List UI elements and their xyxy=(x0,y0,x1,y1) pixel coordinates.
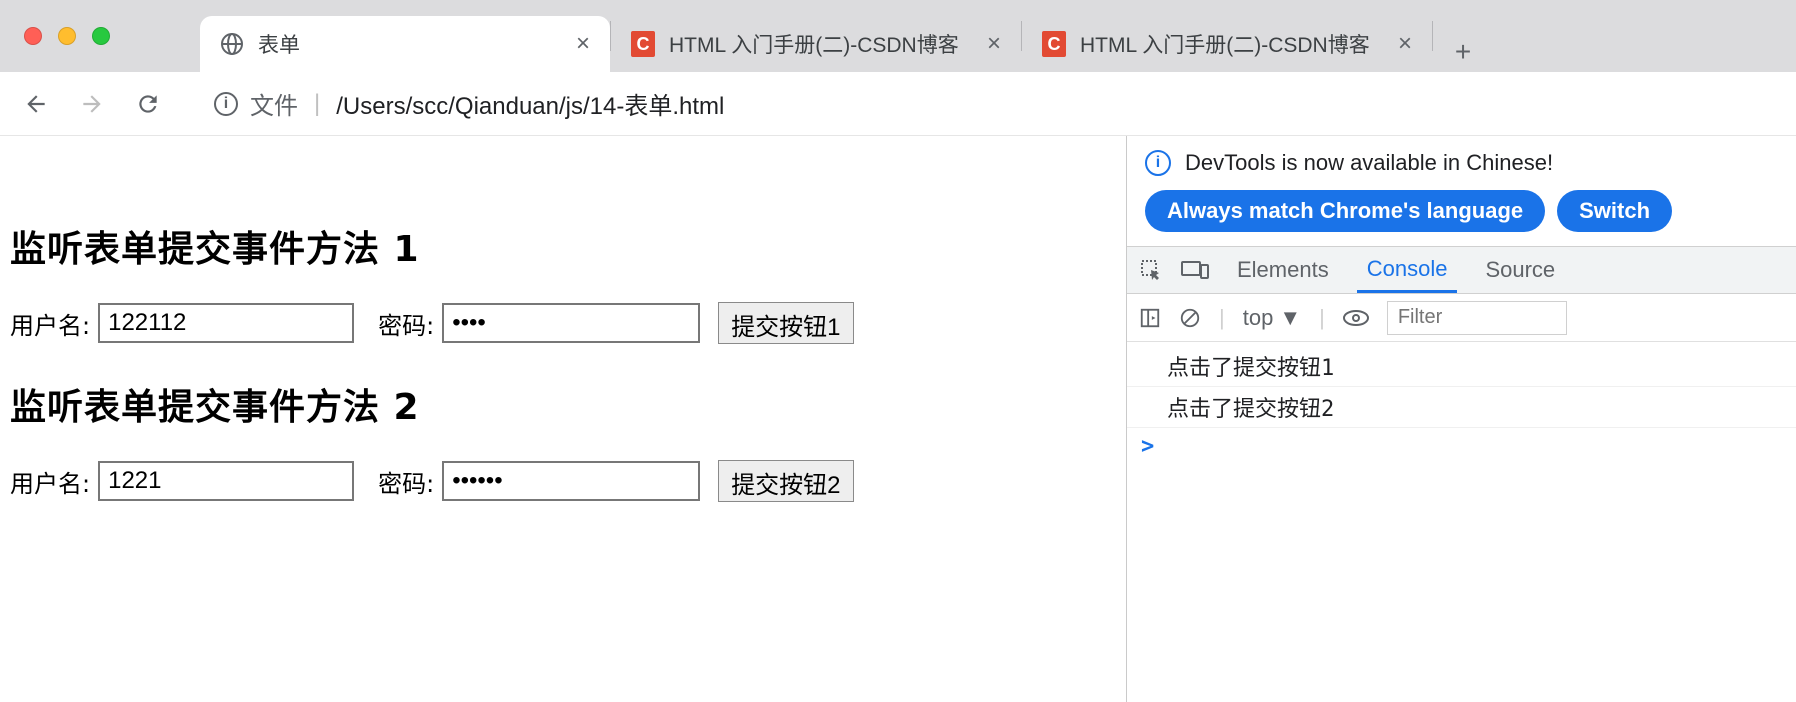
globe-icon xyxy=(220,32,244,56)
chevron-down-icon: ▼ xyxy=(1279,305,1301,331)
username-label: 用户名: xyxy=(10,464,90,499)
username-input-2[interactable] xyxy=(98,461,354,501)
tab-background[interactable]: C HTML 入门手册(二)-CSDN博客 × xyxy=(611,16,1021,72)
clear-console-icon[interactable] xyxy=(1179,307,1201,329)
csdn-icon: C xyxy=(1042,32,1066,56)
devtools-tabs: Elements Console Source xyxy=(1127,246,1796,294)
console-output: 点击了提交按钮1 点击了提交按钮2 > xyxy=(1127,342,1796,469)
page-content: 监听表单提交事件方法 1 用户名: 密码: 提交按钮1 监听表单提交事件方法 2… xyxy=(0,136,1126,702)
tab-title: 表单 xyxy=(258,29,562,59)
console-toolbar: | top ▼ | xyxy=(1127,294,1796,342)
always-match-button[interactable]: Always match Chrome's language xyxy=(1145,190,1545,232)
password-label: 密码: xyxy=(378,464,434,499)
username-label: 用户名: xyxy=(10,306,90,341)
password-label: 密码: xyxy=(378,306,434,341)
close-tab-icon[interactable]: × xyxy=(576,30,590,58)
reload-button[interactable] xyxy=(132,88,164,120)
context-selector[interactable]: top ▼ xyxy=(1243,305,1301,331)
address-separator: | xyxy=(314,90,320,118)
csdn-icon: C xyxy=(631,32,655,56)
submit-button-2[interactable]: 提交按钮2 xyxy=(718,460,853,502)
chevron-right-icon: > xyxy=(1141,434,1154,459)
info-icon: i xyxy=(1145,150,1171,176)
heading-method-2: 监听表单提交事件方法 2 xyxy=(10,378,1116,430)
console-sidebar-toggle-icon[interactable] xyxy=(1139,307,1161,329)
tab-active[interactable]: 表单 × xyxy=(200,16,610,72)
inspect-icon[interactable] xyxy=(1139,258,1163,282)
tab-sources[interactable]: Source xyxy=(1475,247,1565,293)
devtools-info-bar: i DevTools is now available in Chinese! xyxy=(1127,136,1796,190)
tab-elements[interactable]: Elements xyxy=(1227,247,1339,293)
maximize-window-button[interactable] xyxy=(92,27,110,45)
address-bar[interactable]: i 文件 | /Users/scc/Qianduan/js/14-表单.html xyxy=(196,82,1776,126)
browser-toolbar: i 文件 | /Users/scc/Qianduan/js/14-表单.html xyxy=(0,72,1796,136)
console-filter-input[interactable] xyxy=(1387,301,1567,335)
submit-button-1[interactable]: 提交按钮1 xyxy=(718,302,853,344)
form-1: 用户名: 密码: 提交按钮1 xyxy=(10,302,1116,344)
password-input-1[interactable] xyxy=(442,303,700,343)
live-expression-icon[interactable] xyxy=(1343,308,1369,328)
console-log-line[interactable]: 点击了提交按钮1 xyxy=(1127,346,1796,387)
tab-title: HTML 入门手册(二)-CSDN博客 xyxy=(1080,29,1384,59)
minimize-window-button[interactable] xyxy=(58,27,76,45)
close-tab-icon[interactable]: × xyxy=(987,30,1001,58)
tabs-container: 表单 × C HTML 入门手册(二)-CSDN博客 × C HTML 入门手册… xyxy=(200,0,1483,72)
address-path: /Users/scc/Qianduan/js/14-表单.html xyxy=(336,86,724,121)
tab-console[interactable]: Console xyxy=(1357,247,1458,293)
console-prompt[interactable]: > xyxy=(1127,428,1796,465)
browser-tab-strip: 表单 × C HTML 入门手册(二)-CSDN博客 × C HTML 入门手册… xyxy=(0,0,1796,72)
form-2: 用户名: 密码: 提交按钮2 xyxy=(10,460,1116,502)
username-input-1[interactable] xyxy=(98,303,354,343)
console-log-line[interactable]: 点击了提交按钮2 xyxy=(1127,387,1796,428)
tab-title: HTML 入门手册(二)-CSDN博客 xyxy=(669,29,973,59)
address-scheme: 文件 xyxy=(250,86,298,121)
new-tab-button[interactable]: + xyxy=(1443,32,1483,72)
devtools-panel: i DevTools is now available in Chinese! … xyxy=(1126,136,1796,702)
main-area: 监听表单提交事件方法 1 用户名: 密码: 提交按钮1 监听表单提交事件方法 2… xyxy=(0,136,1796,702)
heading-method-1: 监听表单提交事件方法 1 xyxy=(10,220,1116,272)
close-window-button[interactable] xyxy=(24,27,42,45)
tab-separator xyxy=(1432,21,1433,51)
window-controls xyxy=(24,27,110,45)
devtools-language-buttons: Always match Chrome's language Switch xyxy=(1127,190,1796,246)
password-input-2[interactable] xyxy=(442,461,700,501)
switch-language-button[interactable]: Switch xyxy=(1557,190,1672,232)
tab-background[interactable]: C HTML 入门手册(二)-CSDN博客 × xyxy=(1022,16,1432,72)
close-tab-icon[interactable]: × xyxy=(1398,30,1412,58)
forward-button[interactable] xyxy=(76,88,108,120)
info-icon[interactable]: i xyxy=(214,92,238,116)
device-toolbar-icon[interactable] xyxy=(1181,258,1209,282)
back-button[interactable] xyxy=(20,88,52,120)
devtools-info-text: DevTools is now available in Chinese! xyxy=(1185,150,1553,176)
